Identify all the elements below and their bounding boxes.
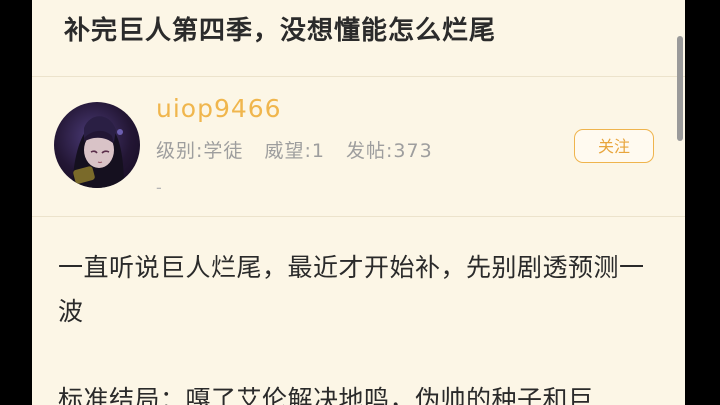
follow-button[interactable]: 关注: [574, 129, 654, 163]
scrollbar[interactable]: [677, 36, 683, 141]
avatar[interactable]: [54, 102, 140, 188]
author-reputation: 威望:1: [264, 140, 325, 162]
content-paragraph: 标准结局：嘎了艾伦解决地鸣，伪帅的种子和巨: [58, 385, 594, 405]
author-post-count: 发帖:373: [346, 140, 433, 162]
forum-post-screen: 补完巨人第四季，没想懂能怎么烂尾 uiop9466 级别:学徒 威望:1 发帖:…: [32, 0, 685, 405]
author-username[interactable]: uiop9466: [156, 94, 282, 123]
author-divider: [32, 216, 685, 217]
author-signature: -: [156, 178, 162, 197]
content-paragraph: 一直听说巨人烂尾，最近才开始补，先别剧透预测一波: [58, 253, 645, 326]
post-title: 补完巨人第四季，没想懂能怎么烂尾: [64, 16, 497, 46]
title-divider: [32, 76, 685, 77]
post-content: 一直听说巨人烂尾，最近才开始补，先别剧透预测一波 标准结局：嘎了艾伦解决地鸣，伪…: [58, 246, 658, 405]
author-meta: 级别:学徒 威望:1 发帖:373: [156, 136, 447, 163]
author-level: 级别:学徒: [156, 140, 244, 162]
avatar-image: [72, 116, 124, 188]
